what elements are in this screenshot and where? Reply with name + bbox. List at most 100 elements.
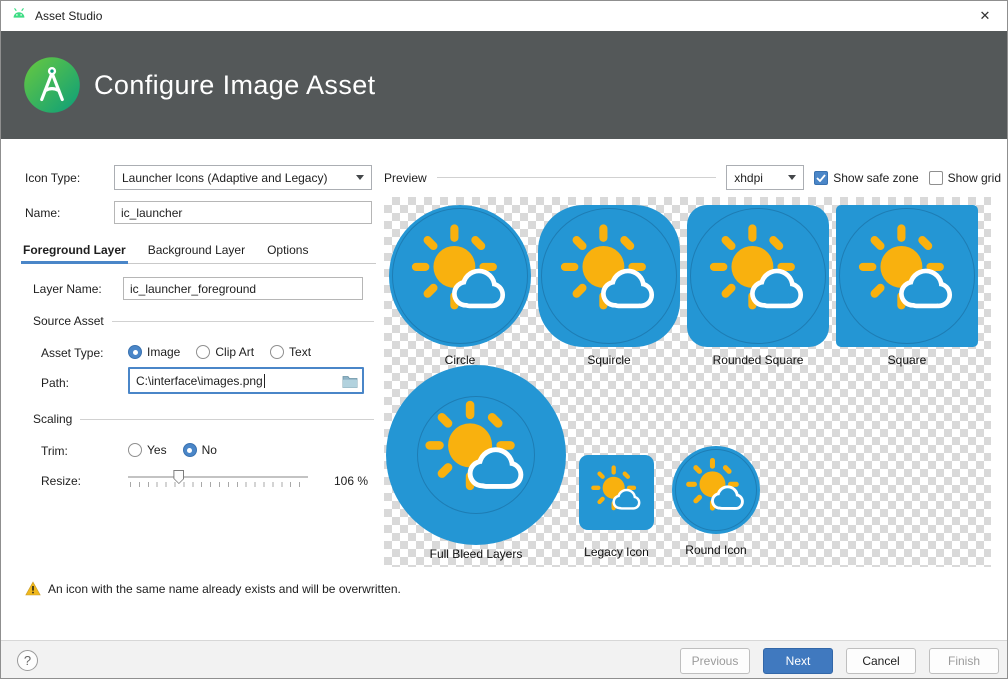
sun-cloud-art — [849, 218, 965, 334]
next-button[interactable]: Next — [763, 648, 833, 674]
checkbox-box — [929, 171, 943, 185]
launcher-icon-squircle — [538, 205, 680, 347]
radio-button — [270, 345, 284, 359]
sun-cloud-art — [551, 218, 667, 334]
radio-label: No — [202, 443, 217, 457]
launcher-icon-round — [672, 446, 760, 534]
preview-caption: Rounded Square — [687, 353, 829, 367]
section-title: Source Asset — [33, 314, 104, 328]
icon-type-label: Icon Type: — [25, 170, 80, 186]
density-dropdown[interactable]: xhdpi — [726, 165, 804, 190]
window-title: Asset Studio — [35, 9, 102, 23]
tab-label: Options — [267, 243, 308, 257]
path-value: C:\interface\images.png — [136, 374, 263, 388]
dialog-header: Configure Image Asset — [1, 31, 1007, 139]
source-asset-section-header: Source Asset — [33, 314, 374, 328]
launcher-icon-full-bleed — [386, 365, 566, 545]
radio-label: Yes — [147, 443, 167, 457]
radio-button — [196, 345, 210, 359]
android-icon — [11, 7, 27, 26]
preview-squircle: Squircle — [538, 205, 680, 367]
radio-button — [128, 345, 142, 359]
cancel-button[interactable]: Cancel — [846, 648, 916, 674]
finish-button[interactable]: Finish — [929, 648, 999, 674]
preview-legacy: Legacy Icon — [559, 455, 674, 559]
resize-slider[interactable] — [128, 468, 308, 490]
help-glyph: ? — [24, 653, 31, 668]
help-icon[interactable]: ? — [17, 650, 38, 671]
previous-button[interactable]: Previous — [680, 648, 750, 674]
preview-square: Square — [836, 205, 978, 367]
chevron-down-icon — [788, 175, 796, 180]
divider — [112, 321, 374, 322]
tab-label: Foreground Layer — [23, 243, 126, 257]
path-input[interactable]: C:\interface\images.png — [128, 367, 364, 394]
name-value: ic_launcher — [121, 206, 182, 220]
footer-buttons: Previous Next Cancel Finish — [680, 648, 999, 674]
layer-name-input[interactable]: ic_launcher_foreground — [123, 277, 363, 300]
icon-type-dropdown[interactable]: Launcher Icons (Adaptive and Legacy) — [114, 165, 372, 190]
browse-folder-button[interactable] — [338, 374, 358, 388]
radio-label: Clip Art — [215, 345, 254, 359]
tab-options[interactable]: Options — [265, 237, 310, 263]
sun-cloud-art — [680, 454, 752, 526]
show-safe-zone-checkbox[interactable]: Show safe zone — [814, 171, 918, 185]
tab-background-layer[interactable]: Background Layer — [146, 237, 247, 263]
show-grid-checkbox[interactable]: Show grid — [929, 171, 1001, 185]
preview-label: Preview — [384, 171, 427, 185]
trim-label: Trim: — [41, 443, 68, 459]
slider-ticks — [130, 482, 308, 487]
slider-track[interactable] — [128, 476, 308, 478]
radio-button — [128, 443, 142, 457]
preview-canvas: Circle Squircle Rounded Square Square — [384, 197, 991, 567]
resize-label: Resize: — [41, 473, 81, 489]
checkbox-label: Show grid — [948, 171, 1001, 185]
asset-type-label: Asset Type: — [41, 345, 103, 361]
dialog-title: Configure Image Asset — [94, 70, 376, 101]
checkbox-box — [814, 171, 828, 185]
warning-text: An icon with the same name already exist… — [48, 582, 401, 596]
sun-cloud-art — [402, 218, 518, 334]
sun-cloud-art — [415, 394, 537, 516]
density-value: xhdpi — [734, 171, 763, 185]
checkbox-label: Show safe zone — [833, 171, 918, 185]
text-caret — [264, 374, 265, 388]
radio-label: Image — [147, 345, 180, 359]
radio-text[interactable]: Text — [270, 345, 311, 359]
asset-type-radios: Image Clip Art Text — [128, 343, 311, 361]
divider — [80, 419, 374, 420]
folder-icon — [342, 374, 358, 388]
warning-icon — [25, 581, 41, 596]
android-studio-logo — [23, 56, 81, 114]
preview-caption: Round Icon — [672, 543, 760, 557]
launcher-icon-circle — [389, 205, 531, 347]
layer-name-label: Layer Name: — [33, 281, 102, 297]
sun-cloud-art — [700, 218, 816, 334]
preview-caption: Square — [836, 353, 978, 367]
close-icon[interactable]: ✕ — [963, 1, 1007, 31]
radio-trim-yes[interactable]: Yes — [128, 443, 167, 457]
radio-image[interactable]: Image — [128, 345, 180, 359]
tab-label: Background Layer — [148, 243, 245, 257]
layer-tabs: Foreground Layer Background Layer Option… — [21, 237, 376, 264]
launcher-icon-square — [836, 205, 978, 347]
tab-foreground-layer[interactable]: Foreground Layer — [21, 237, 128, 263]
section-title: Scaling — [33, 412, 72, 426]
titlebar: Asset Studio ✕ — [1, 1, 1007, 31]
chevron-down-icon — [356, 175, 364, 180]
launcher-icon-rounded-square — [687, 205, 829, 347]
warning-row: An icon with the same name already exist… — [25, 581, 401, 596]
layer-name-value: ic_launcher_foreground — [130, 282, 256, 296]
launcher-icon-legacy — [579, 455, 654, 530]
preview-full-bleed: Full Bleed Layers — [386, 365, 566, 561]
name-label: Name: — [25, 205, 60, 221]
radio-trim-no[interactable]: No — [183, 443, 217, 457]
preview-header: Preview xhdpi Show safe zone Show grid — [384, 165, 1001, 190]
asset-studio-dialog: Asset Studio ✕ Configure Im — [0, 0, 1008, 679]
name-input[interactable]: ic_launcher — [114, 201, 372, 224]
preview-rounded-square: Rounded Square — [687, 205, 829, 367]
resize-value: 106 % — [334, 473, 368, 489]
radio-clip-art[interactable]: Clip Art — [196, 345, 254, 359]
preview-caption: Full Bleed Layers — [386, 547, 566, 561]
radio-button — [183, 443, 197, 457]
